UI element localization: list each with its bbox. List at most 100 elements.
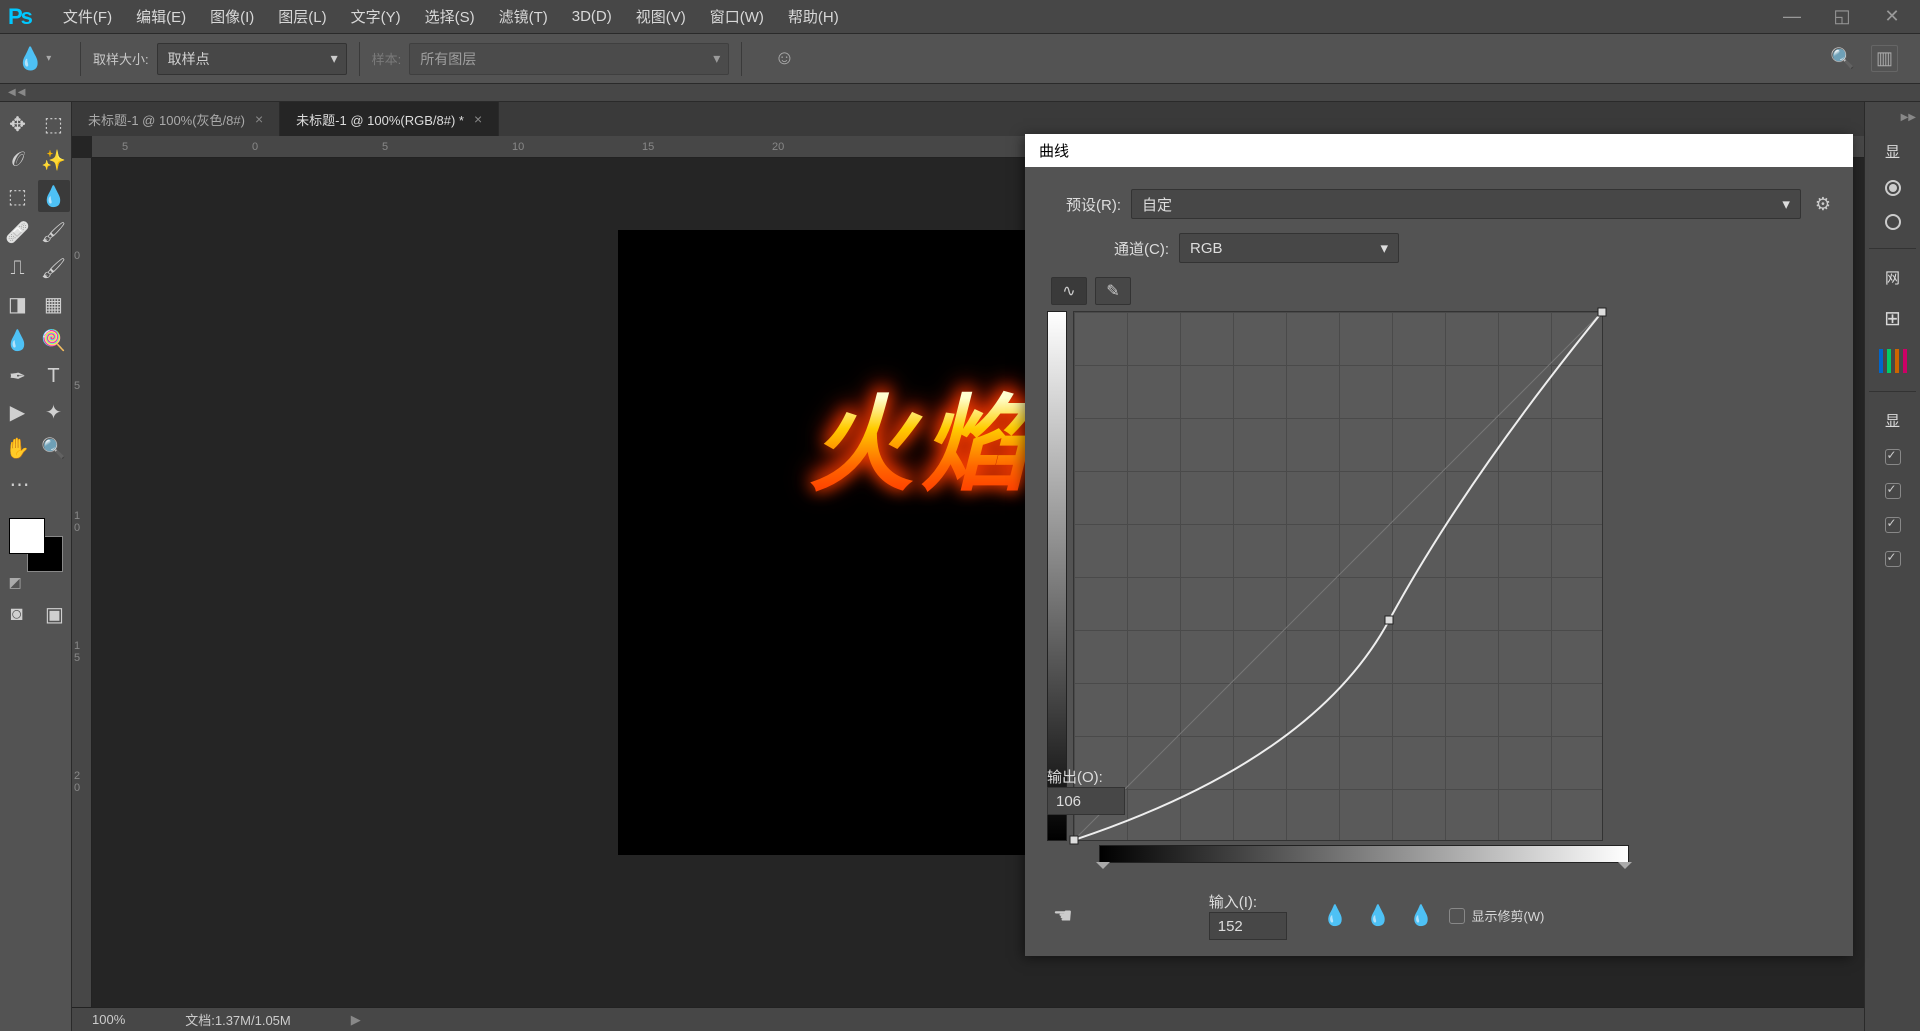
options-bar: 💧▾ 取样大小: 取样点 样本: 所有图层 ☺ 🔍 ▥ [0, 34, 1920, 84]
dialog-title[interactable]: 曲线 [1025, 134, 1853, 167]
menu-bar: Ps 文件(F) 编辑(E) 图像(I) 图层(L) 文字(Y) 选择(S) 滤… [0, 0, 1920, 34]
menu-edit[interactable]: 编辑(E) [124, 2, 198, 31]
preset-label: 预设(R): [1047, 194, 1121, 215]
minimize-button[interactable]: — [1772, 3, 1812, 31]
menu-filter[interactable]: 滤镜(T) [487, 2, 560, 31]
gray-eyedropper-icon[interactable]: 💧 [1366, 903, 1391, 928]
channel-select[interactable]: RGB [1179, 233, 1399, 263]
collapse-right-icon[interactable]: ▶▶ [1901, 112, 1916, 123]
spot-heal-tool[interactable]: 🩹 [2, 216, 34, 248]
black-eyedropper-icon[interactable]: 💧 [1323, 903, 1348, 928]
pen-tool[interactable]: ✒ [2, 360, 34, 392]
doc-size[interactable]: 文档:1.37M/1.05M [185, 1010, 291, 1029]
ruler-vertical: 0 5 1 0 1 5 2 0 [72, 158, 92, 1007]
brush-tool[interactable]: 🖌 [38, 216, 70, 248]
menu-view[interactable]: 视图(V) [624, 2, 698, 31]
hand-tool[interactable]: ✋ [2, 432, 34, 464]
status-more-icon[interactable]: ▶ [351, 1012, 361, 1028]
screen-mode-tool[interactable]: ▣ [39, 598, 71, 630]
shape-tool[interactable]: ✦ [38, 396, 70, 428]
menu-file[interactable]: 文件(F) [51, 2, 124, 31]
curve-draw-tool[interactable]: ✎ [1095, 277, 1131, 305]
status-bar: 100% 文档:1.37M/1.05M ▶ [72, 1007, 1864, 1031]
quick-mask-tool[interactable]: ◙ [1, 598, 33, 630]
right-panel-strip: ▶▶ 显 网 ⊞ 显 [1864, 102, 1920, 1031]
right-radio-1[interactable] [1885, 180, 1901, 196]
curve-grid[interactable] [1073, 311, 1603, 841]
right-label-1: 显 [1885, 141, 1900, 162]
right-radio-2[interactable] [1885, 214, 1901, 230]
zoom-level[interactable]: 100% [92, 1012, 125, 1027]
close-icon[interactable]: × [474, 111, 482, 127]
marquee-tool[interactable]: ⬚ [38, 108, 70, 140]
menu-window[interactable]: 窗口(W) [698, 2, 776, 31]
color-swatches[interactable] [9, 518, 63, 572]
eraser-tool[interactable]: ◨ [2, 288, 34, 320]
smile-icon[interactable]: ☺ [774, 47, 794, 70]
preset-select[interactable]: 自定 [1131, 189, 1801, 219]
menu-3d[interactable]: 3D(D) [560, 4, 624, 29]
input-input[interactable] [1209, 912, 1287, 940]
lasso-tool[interactable]: 𝒪 [2, 144, 34, 176]
menu-select[interactable]: 选择(S) [413, 2, 487, 31]
right-check-3[interactable] [1885, 517, 1901, 533]
close-icon[interactable]: × [255, 111, 263, 127]
histogram-icon[interactable] [1879, 349, 1907, 373]
right-check-1[interactable] [1885, 449, 1901, 465]
menu-help[interactable]: 帮助(H) [776, 2, 851, 31]
right-label-3: 显 [1885, 410, 1900, 431]
black-point-handle[interactable] [1096, 862, 1110, 876]
move-tool[interactable]: ✥ [2, 108, 34, 140]
curves-dialog: 曲线 预设(R): 自定 ⚙ 通道(C): RGB ∿ ✎ [1025, 134, 1853, 956]
doc-tab-1[interactable]: 未标题-1 @ 100%(RGB/8#) *× [280, 102, 499, 136]
sample-source-select: 所有图层 [409, 43, 729, 75]
curve-point-highlight[interactable] [1598, 308, 1607, 317]
menu-type[interactable]: 文字(Y) [339, 2, 413, 31]
edit-toolbar[interactable]: ⋯ [2, 468, 70, 500]
curve-point-shadow[interactable] [1070, 836, 1079, 845]
output-label: 输出(O): [1047, 766, 1125, 787]
on-image-tool-icon[interactable]: ☚ [1053, 903, 1073, 929]
right-check-2[interactable] [1885, 483, 1901, 499]
foreground-color[interactable] [9, 518, 45, 554]
sample-size-select[interactable]: 取样点 [157, 43, 347, 75]
sample-size-label: 取样大小: [93, 49, 149, 68]
channel-label: 通道(C): [1095, 238, 1169, 259]
tool-preset-icon[interactable]: 💧▾ [14, 42, 54, 76]
path-select-tool[interactable]: ▶ [2, 396, 34, 428]
gear-icon[interactable]: ⚙ [1815, 194, 1831, 215]
output-input[interactable] [1047, 787, 1125, 815]
clone-tool[interactable]: ⎍ [2, 252, 34, 284]
menu-layer[interactable]: 图层(L) [266, 2, 338, 31]
eyedropper-tool[interactable]: 💧 [38, 180, 70, 212]
collapse-left-icon[interactable]: ◀◀ [0, 87, 27, 98]
quick-select-tool[interactable]: ✨ [38, 144, 70, 176]
grid-icon[interactable]: ⊞ [1884, 306, 1901, 331]
history-brush-tool[interactable]: 🖌 [38, 252, 70, 284]
window-controls: — ◱ ✕ [1772, 3, 1912, 31]
crop-tool[interactable]: ⬚ [2, 180, 34, 212]
show-clipping-checkbox[interactable]: 显示修剪(W) [1449, 906, 1544, 925]
workspace-icon[interactable]: ▥ [1871, 45, 1898, 72]
toolbox: ✥ ⬚ 𝒪 ✨ ⬚ 💧 🩹 🖌 ⎍ 🖌 ◨ ▦ 💧 🍭 ✒ T ▶ ✦ ✋ 🔍 … [0, 102, 72, 1031]
doc-tab-0[interactable]: 未标题-1 @ 100%(灰色/8#)× [72, 102, 280, 136]
right-check-4[interactable] [1885, 551, 1901, 567]
sample-source-label: 样本: [372, 49, 402, 68]
close-button[interactable]: ✕ [1872, 3, 1912, 31]
reset-colors-icon[interactable] [9, 574, 25, 590]
curve-point-mid[interactable] [1384, 616, 1393, 625]
search-icon[interactable]: 🔍 [1830, 46, 1855, 71]
input-label: 输入(I): [1209, 891, 1287, 912]
input-gradient [1099, 845, 1629, 863]
zoom-tool[interactable]: 🔍 [38, 432, 70, 464]
maximize-button[interactable]: ◱ [1822, 3, 1862, 31]
white-point-handle[interactable] [1618, 862, 1632, 876]
dodge-tool[interactable]: 🍭 [38, 324, 70, 356]
type-tool[interactable]: T [38, 360, 70, 392]
curve-point-tool[interactable]: ∿ [1051, 277, 1087, 305]
blur-tool[interactable]: 💧 [2, 324, 34, 356]
eyedropper-icon: 💧 [17, 46, 44, 72]
menu-image[interactable]: 图像(I) [198, 2, 266, 31]
gradient-tool[interactable]: ▦ [38, 288, 70, 320]
white-eyedropper-icon[interactable]: 💧 [1409, 903, 1434, 928]
